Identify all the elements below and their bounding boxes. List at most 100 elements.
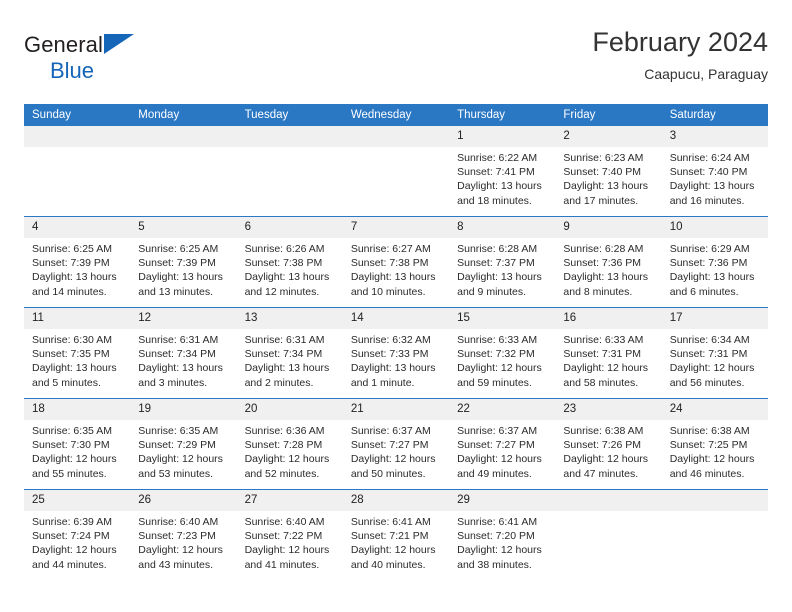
calendar-day-cell[interactable]: 11 Sunrise: 6:30 AM Sunset: 7:35 PM Dayligh… [24, 307, 131, 399]
sunrise-text: Sunrise: 6:38 AM [669, 425, 750, 437]
sunset-text: Sunset: 7:36 PM [669, 257, 748, 270]
sunset-text: Sunset: 7:26 PM [563, 439, 642, 452]
calendar-day-cell[interactable]: 2 Sunrise: 6:23 AM Sunset: 7:40 PM Daylight… [555, 126, 662, 217]
page-header: General Blue February 2024 Caapucu, Para… [24, 26, 768, 98]
calendar-day-cell[interactable]: 9 Sunrise: 6:28 AM Sunset: 7:36 PM Daylight… [555, 216, 662, 308]
day-details: Sunrise: 6:23 AM Sunset: 7:40 PM Daylight:… [555, 147, 661, 208]
calendar-day-cell[interactable]: 13 Sunrise: 6:31 AM Sunset: 7:34 PM Dayligh… [236, 307, 343, 399]
sunrise-text: Sunrise: 6:34 AM [669, 334, 750, 346]
brand-logo[interactable]: General Blue [24, 32, 204, 90]
daylight-text: Daylight: 13 hours and 3 minutes. [138, 362, 223, 389]
sunrise-text: Sunrise: 6:22 AM [457, 152, 538, 164]
sunrise-text: Sunrise: 6:37 AM [457, 425, 538, 437]
day-number [236, 126, 343, 147]
sunset-text: Sunset: 7:35 PM [32, 348, 110, 361]
day-number [661, 490, 768, 511]
sunrise-text: Sunrise: 6:29 AM [669, 243, 750, 255]
day-details: Sunrise: 6:31 AM Sunset: 7:34 PM Daylight:… [237, 329, 343, 390]
day-number: 24 [661, 399, 768, 420]
calendar-day-cell-empty [236, 126, 343, 217]
day-details: Sunrise: 6:34 AM Sunset: 7:31 PM Daylight:… [662, 329, 768, 390]
calendar-day-cell-empty [342, 126, 450, 217]
sunset-text: Sunset: 7:24 PM [32, 530, 110, 543]
calendar-day-cell[interactable]: 14 Sunrise: 6:32 AM Sunset: 7:33 PM Dayligh… [342, 307, 450, 399]
sunset-text: Sunset: 7:27 PM [350, 439, 429, 452]
daylight-text: Daylight: 12 hours and 44 minutes. [32, 544, 117, 571]
day-details: Sunrise: 6:25 AM Sunset: 7:39 PM Daylight:… [130, 238, 236, 299]
calendar-day-cell[interactable]: 6 Sunrise: 6:26 AM Sunset: 7:38 PM Daylight… [236, 216, 343, 308]
sunset-text: Sunset: 7:25 PM [669, 439, 748, 452]
calendar-day-cell[interactable]: 23 Sunrise: 6:38 AM Sunset: 7:26 PM Dayligh… [555, 398, 662, 490]
calendar-day-cell[interactable]: 20 Sunrise: 6:36 AM Sunset: 7:28 PM Dayligh… [236, 398, 343, 490]
sunset-text: Sunset: 7:20 PM [457, 530, 535, 543]
day-number: 22 [449, 399, 556, 420]
day-number: 26 [130, 490, 237, 511]
calendar-day-cell[interactable]: 26 Sunrise: 6:40 AM Sunset: 7:23 PM Dayligh… [130, 489, 237, 580]
weekday-header-saturday: Saturday [661, 104, 768, 126]
calendar-day-cell[interactable]: 4 Sunrise: 6:25 AM Sunset: 7:39 PM Daylight… [24, 216, 131, 308]
calendar-day-cell-empty [555, 489, 662, 580]
daylight-text: Daylight: 13 hours and 12 minutes. [244, 271, 330, 298]
calendar-day-cell[interactable]: 7 Sunrise: 6:27 AM Sunset: 7:38 PM Daylight… [342, 216, 450, 308]
calendar-day-cell[interactable]: 15 Sunrise: 6:33 AM Sunset: 7:32 PM Dayligh… [449, 307, 556, 399]
sunrise-text: Sunrise: 6:35 AM [32, 425, 112, 437]
calendar-day-cell-empty [24, 126, 131, 217]
daylight-text: Daylight: 12 hours and 56 minutes. [669, 362, 755, 389]
daylight-text: Daylight: 13 hours and 18 minutes. [457, 180, 542, 207]
day-details: Sunrise: 6:31 AM Sunset: 7:34 PM Daylight:… [130, 329, 236, 390]
sunrise-text: Sunrise: 6:26 AM [244, 243, 325, 255]
weekday-header-wednesday: Wednesday [342, 104, 450, 126]
calendar-body: 1 Sunrise: 6:22 AM Sunset: 7:41 PM Daylight… [24, 126, 768, 580]
calendar-grid: Sunday Monday Tuesday Wednesday Thursday… [24, 104, 768, 580]
calendar-page: General Blue February 2024 Caapucu, Para… [0, 0, 792, 612]
day-number: 5 [130, 217, 237, 238]
sunset-text: Sunset: 7:34 PM [138, 348, 216, 361]
daylight-text: Daylight: 13 hours and 17 minutes. [563, 180, 649, 207]
calendar-day-cell[interactable]: 3 Sunrise: 6:24 AM Sunset: 7:40 PM Daylight… [661, 126, 768, 217]
day-details: Sunrise: 6:33 AM Sunset: 7:31 PM Daylight:… [555, 329, 661, 390]
sunset-text: Sunset: 7:30 PM [32, 439, 110, 452]
calendar-day-cell[interactable]: 24 Sunrise: 6:38 AM Sunset: 7:25 PM Dayligh… [661, 398, 768, 490]
calendar-day-cell[interactable]: 21 Sunrise: 6:37 AM Sunset: 7:27 PM Dayligh… [342, 398, 450, 490]
calendar-day-cell[interactable]: 5 Sunrise: 6:25 AM Sunset: 7:39 PM Daylight… [130, 216, 237, 308]
calendar-week-row: 25 Sunrise: 6:39 AM Sunset: 7:24 PM Dayligh… [24, 489, 768, 580]
calendar-day-cell[interactable]: 28 Sunrise: 6:41 AM Sunset: 7:21 PM Dayligh… [342, 489, 450, 580]
calendar-day-cell[interactable]: 29 Sunrise: 6:41 AM Sunset: 7:20 PM Dayligh… [449, 489, 556, 580]
day-details: Sunrise: 6:40 AM Sunset: 7:22 PM Daylight:… [237, 511, 343, 572]
weekday-header-thursday: Thursday [449, 104, 556, 126]
day-details: Sunrise: 6:37 AM Sunset: 7:27 PM Daylight:… [343, 420, 449, 481]
sunset-text: Sunset: 7:36 PM [563, 257, 642, 270]
calendar-day-cell[interactable]: 22 Sunrise: 6:37 AM Sunset: 7:27 PM Dayligh… [449, 398, 556, 490]
daylight-text: Daylight: 12 hours and 40 minutes. [350, 544, 436, 571]
daylight-text: Daylight: 13 hours and 6 minutes. [669, 271, 755, 298]
sunset-text: Sunset: 7:34 PM [244, 348, 323, 361]
calendar-day-cell[interactable]: 17 Sunrise: 6:34 AM Sunset: 7:31 PM Dayligh… [661, 307, 768, 399]
day-details: Sunrise: 6:28 AM Sunset: 7:36 PM Daylight:… [555, 238, 661, 299]
sunrise-text: Sunrise: 6:35 AM [138, 425, 219, 437]
calendar-day-cell[interactable]: 25 Sunrise: 6:39 AM Sunset: 7:24 PM Dayligh… [24, 489, 131, 580]
daylight-text: Daylight: 12 hours and 52 minutes. [244, 453, 330, 480]
calendar-day-cell[interactable]: 19 Sunrise: 6:35 AM Sunset: 7:29 PM Dayligh… [130, 398, 237, 490]
day-number: 25 [24, 490, 131, 511]
sunrise-text: Sunrise: 6:25 AM [138, 243, 219, 255]
calendar-week-row: 11 Sunrise: 6:30 AM Sunset: 7:35 PM Dayligh… [24, 307, 768, 399]
sunrise-text: Sunrise: 6:33 AM [457, 334, 538, 346]
calendar-day-cell[interactable]: 10 Sunrise: 6:29 AM Sunset: 7:36 PM Dayligh… [661, 216, 768, 308]
calendar-day-cell[interactable]: 12 Sunrise: 6:31 AM Sunset: 7:34 PM Dayligh… [130, 307, 237, 399]
sunset-text: Sunset: 7:40 PM [563, 166, 642, 179]
calendar-day-cell[interactable]: 27 Sunrise: 6:40 AM Sunset: 7:22 PM Dayligh… [236, 489, 343, 580]
sunrise-text: Sunrise: 6:41 AM [350, 516, 431, 528]
calendar-day-cell[interactable]: 18 Sunrise: 6:35 AM Sunset: 7:30 PM Dayligh… [24, 398, 131, 490]
sunrise-text: Sunrise: 6:41 AM [457, 516, 538, 528]
calendar-day-cell[interactable]: 16 Sunrise: 6:33 AM Sunset: 7:31 PM Dayligh… [555, 307, 662, 399]
day-number: 18 [24, 399, 131, 420]
sunrise-text: Sunrise: 6:23 AM [563, 152, 644, 164]
day-details: Sunrise: 6:28 AM Sunset: 7:37 PM Daylight:… [449, 238, 555, 299]
daylight-text: Daylight: 13 hours and 10 minutes. [350, 271, 436, 298]
calendar-day-cell[interactable]: 8 Sunrise: 6:28 AM Sunset: 7:37 PM Daylight… [449, 216, 556, 308]
sunrise-text: Sunrise: 6:32 AM [350, 334, 431, 346]
daylight-text: Daylight: 13 hours and 5 minutes. [32, 362, 117, 389]
daylight-text: Daylight: 12 hours and 59 minutes. [457, 362, 542, 389]
calendar-day-cell[interactable]: 1 Sunrise: 6:22 AM Sunset: 7:41 PM Daylight… [449, 126, 556, 217]
day-details: Sunrise: 6:37 AM Sunset: 7:27 PM Daylight:… [449, 420, 555, 481]
